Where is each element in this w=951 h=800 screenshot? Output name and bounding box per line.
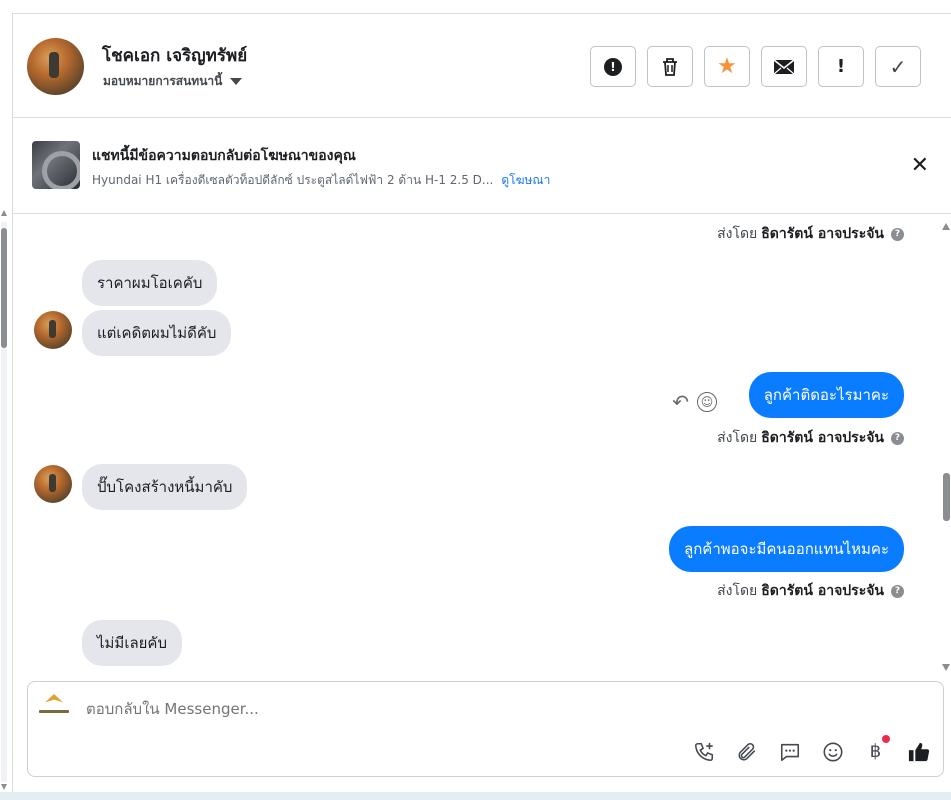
emoji-icon <box>823 742 842 761</box>
call-icon <box>694 742 713 761</box>
contact-avatar-small[interactable] <box>34 465 72 503</box>
call-button[interactable] <box>691 739 716 764</box>
ad-thumbnail[interactable] <box>32 141 80 189</box>
scroll-thumb[interactable] <box>1 228 7 348</box>
saved-reply-button[interactable] <box>777 739 802 764</box>
contact-name[interactable]: โชคเอก เจริญทรัพย์ <box>102 42 247 69</box>
outgoing-message[interactable]: ลูกค้าติดอะไรมาคะ <box>748 372 904 418</box>
star-button[interactable]: ★ <box>704 46 750 87</box>
mark-unread-button[interactable] <box>761 46 807 87</box>
conversation-actions: ! ★ ! ✓ <box>590 46 921 87</box>
caret-down-icon <box>230 78 243 85</box>
ad-banner-title: แชทนี้มีข้อความตอบกลับต่อโฆษณาของคุณ <box>92 148 356 164</box>
spam-button[interactable]: ! <box>590 46 636 87</box>
emoji-button[interactable] <box>820 739 845 764</box>
assign-label: มอบหมายการสนทนานี้ <box>103 74 223 88</box>
attach-button[interactable] <box>734 739 759 764</box>
attach-icon <box>737 742 755 761</box>
follow-up-button[interactable]: ! <box>818 46 864 87</box>
delete-button[interactable] <box>647 46 693 87</box>
incoming-message[interactable]: ปั๊บโคงสร้างหนี้มาคับ <box>82 464 248 510</box>
sent-by-prefix: ส่งโดย <box>717 226 758 242</box>
agent-name: ธิดารัตน์ อาจประจัน <box>761 430 884 446</box>
info-icon[interactable]: ? <box>891 584 904 598</box>
ad-description: Hyundai H1 เครื่องดีเซลตัวท็อปดีลักซ์ ปร… <box>92 171 550 190</box>
reply-input[interactable] <box>86 700 686 718</box>
bottom-strip <box>0 792 951 800</box>
reply-composer: ฿ <box>27 681 944 777</box>
exclamation-icon: ! <box>836 56 846 77</box>
agent-name: ธิดารัตน์ อาจประจัน <box>761 583 884 599</box>
trash-icon <box>663 57 677 76</box>
ad-reply-banner: แชทนี้มีข้อความตอบกลับต่อโฆษณาของคุณ Hyu… <box>13 119 951 214</box>
react-icon[interactable]: ☺ <box>697 392 717 412</box>
incoming-message[interactable]: แต่เคดิตผมไม่ดีคับ <box>82 310 232 356</box>
page-logo-text <box>39 710 69 713</box>
scroll-up-arrow[interactable] <box>942 223 950 230</box>
envelope-icon <box>773 58 795 74</box>
left-scrollbar[interactable] <box>0 210 8 790</box>
notification-dot <box>882 735 890 743</box>
scroll-down-arrow[interactable] <box>942 664 950 671</box>
contact-avatar-small[interactable] <box>34 311 72 349</box>
page-logo-mark <box>45 694 63 703</box>
star-icon: ★ <box>717 54 737 79</box>
like-icon <box>908 742 929 761</box>
page-logo <box>39 694 69 716</box>
check-icon: ✓ <box>889 54 907 79</box>
message-thread[interactable]: ส่งโดย ธิดารัตน์ อาจประจัน ? ราคาผมโอเคค… <box>13 215 951 677</box>
alert-circle-icon: ! <box>604 57 622 76</box>
sent-by-prefix: ส่งโดย <box>717 583 758 599</box>
close-icon[interactable]: ✕ <box>911 153 929 178</box>
reply-icon[interactable]: ↶ <box>672 390 689 414</box>
scroll-up-arrow[interactable] <box>1 210 7 216</box>
info-icon[interactable]: ? <box>891 227 904 241</box>
mark-done-button[interactable]: ✓ <box>875 46 921 87</box>
payment-button[interactable]: ฿ <box>863 735 890 764</box>
incoming-message[interactable]: ไม่มีเลยคับ <box>82 620 182 666</box>
view-ad-link[interactable]: ดูโฆษณา <box>501 173 550 187</box>
scroll-down-arrow[interactable] <box>1 784 7 790</box>
agent-name: ธิดารัตน์ อาจประจัน <box>761 226 884 242</box>
scroll-thumb[interactable] <box>943 473 950 521</box>
thread-scrollbar[interactable] <box>942 223 951 671</box>
composer-tools: ฿ <box>691 735 931 764</box>
payment-icon: ฿ <box>869 741 882 762</box>
outgoing-message[interactable]: ลูกค้าพอจะมีคนออกแทนไหมคะ <box>669 526 904 572</box>
sent-by-label: ส่งโดย ธิดารัตน์ อาจประจัน ? <box>717 223 904 245</box>
sent-by-prefix: ส่งโดย <box>717 430 758 446</box>
conversation-header: โชคเอก เจริญทรัพย์ มอบหมายการสนทนานี้ ! … <box>13 14 951 118</box>
ad-description-text: Hyundai H1 เครื่องดีเซลตัวท็อปดีลักซ์ ปร… <box>92 173 494 187</box>
info-icon[interactable]: ? <box>891 431 904 445</box>
message-hover-actions: ↶ ☺ <box>672 390 717 414</box>
contact-avatar[interactable] <box>27 38 84 95</box>
assign-conversation-dropdown[interactable]: มอบหมายการสนทนานี้ <box>103 72 243 91</box>
sent-by-label: ส่งโดย ธิดารัตน์ อาจประจัน ? <box>717 580 904 602</box>
saved-reply-icon <box>780 743 799 761</box>
sent-by-label: ส่งโดย ธิดารัตน์ อาจประจัน ? <box>717 427 904 449</box>
incoming-message[interactable]: ราคาผมโอเคคับ <box>82 260 218 306</box>
like-button[interactable] <box>906 739 931 764</box>
